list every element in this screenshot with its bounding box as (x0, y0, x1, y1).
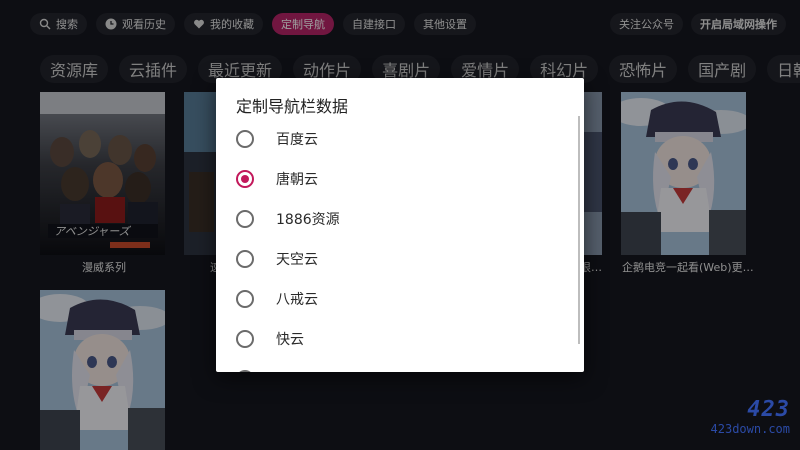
radio-button[interactable] (236, 370, 254, 372)
watermark-big: 423 (747, 397, 790, 422)
option-label: 百度云 (276, 132, 318, 148)
radio-option[interactable]: 八戒云 (236, 284, 566, 314)
watermark-logo: 423 423down.com (711, 397, 790, 436)
radio-button[interactable] (236, 290, 254, 308)
custom-nav-dialog: 定制导航栏数据 百度云 唐朝云 1886资源 天空云 八戒云 快云 (216, 78, 584, 372)
radio-option[interactable]: 快云 (236, 324, 566, 354)
radio-option[interactable]: 唐朝云 (236, 164, 566, 194)
radio-button[interactable] (236, 130, 254, 148)
radio-option-partial[interactable] (236, 364, 566, 372)
option-label: 1886资源 (276, 212, 340, 228)
radio-option[interactable]: 1886资源 (236, 204, 566, 234)
dialog-title: 定制导航栏数据 (236, 97, 349, 116)
radio-button[interactable] (236, 250, 254, 268)
radio-option[interactable]: 百度云 (236, 124, 566, 154)
option-label: 唐朝云 (276, 172, 318, 188)
radio-button[interactable] (236, 330, 254, 348)
watermark-small: 423down.com (710, 422, 790, 436)
option-label: 快云 (276, 332, 304, 348)
option-label: 八戒云 (276, 292, 318, 308)
dialog-scrollbar[interactable] (578, 116, 580, 344)
radio-button-checked[interactable] (236, 170, 254, 188)
radio-button[interactable] (236, 210, 254, 228)
radio-option[interactable]: 天空云 (236, 244, 566, 274)
option-label: 天空云 (276, 252, 318, 268)
